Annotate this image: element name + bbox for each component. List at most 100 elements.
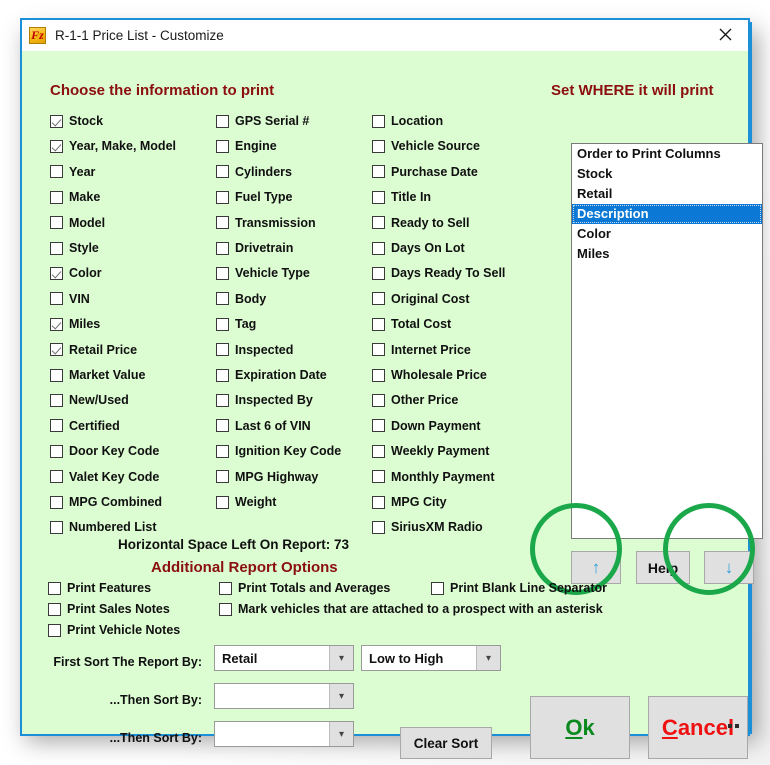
choose-info-heading: Choose the information to print <box>50 82 275 99</box>
checkbox-unchecked-icon <box>50 241 63 255</box>
field-checkbox-row[interactable]: Miles <box>50 317 100 331</box>
checkbox-unchecked-icon <box>372 343 385 357</box>
additional-option-checkbox-row[interactable]: Print Totals and Averages <box>219 581 390 595</box>
sort-field-2-select[interactable]: ▾ <box>214 683 354 709</box>
checkbox-label: Total Cost <box>391 317 452 332</box>
checkbox-unchecked-icon <box>50 444 63 458</box>
field-checkbox-row[interactable]: Wholesale Price <box>372 368 487 382</box>
sort-field-3-select[interactable]: ▾ <box>214 721 354 747</box>
additional-option-checkbox-row[interactable]: Print Blank Line Separator <box>431 581 607 595</box>
horizontal-space-left-label: Horizontal Space Left On Report: 73 <box>118 537 350 552</box>
field-checkbox-row[interactable]: Door Key Code <box>50 444 159 458</box>
field-checkbox-row[interactable]: Total Cost <box>372 317 451 331</box>
clear-sort-button[interactable]: Clear Sort <box>400 727 492 759</box>
field-checkbox-row[interactable]: Weight <box>216 495 276 509</box>
checkbox-label: Weight <box>235 495 277 509</box>
window-title: R-1-1 Price List - Customize <box>55 28 224 43</box>
ok-button[interactable]: Ok <box>530 696 630 759</box>
field-checkbox-row[interactable]: New/Used <box>50 393 129 407</box>
checkbox-unchecked-icon <box>50 368 63 382</box>
print-order-list-item[interactable]: Retail <box>572 184 762 204</box>
field-checkbox-row[interactable]: Days Ready To Sell <box>372 266 505 280</box>
print-order-list-item[interactable]: Order to Print Columns <box>572 144 762 164</box>
field-checkbox-row[interactable]: Location <box>372 114 443 128</box>
field-checkbox-row[interactable]: MPG Combined <box>50 495 162 509</box>
field-checkbox-row[interactable]: Title In <box>372 190 431 204</box>
field-checkbox-row[interactable]: Make <box>50 190 100 204</box>
additional-option-label: Print Totals and Averages <box>238 581 391 595</box>
field-checkbox-row[interactable]: Engine <box>216 139 277 153</box>
sort-direction-select[interactable]: Low to High ▾ <box>361 645 501 671</box>
field-checkbox-row[interactable]: Drivetrain <box>216 241 293 255</box>
field-checkbox-row[interactable]: Inspected <box>216 343 293 357</box>
field-checkbox-row[interactable]: Color <box>50 266 102 280</box>
field-checkbox-row[interactable]: Retail Price <box>50 343 137 357</box>
field-checkbox-row[interactable]: Original Cost <box>372 292 469 306</box>
first-sort-label: First Sort The Report By: <box>53 655 202 669</box>
field-checkbox-row[interactable]: Monthly Payment <box>372 470 495 484</box>
print-order-list-item[interactable]: Description <box>572 204 762 224</box>
resize-grip[interactable] <box>728 724 742 729</box>
additional-option-label: Mark vehicles that are attached to a pro… <box>238 602 603 616</box>
additional-option-checkbox-row[interactable]: Print Vehicle Notes <box>48 623 180 637</box>
field-checkbox-row[interactable]: Purchase Date <box>372 165 478 179</box>
field-checkbox-row[interactable]: Model <box>50 216 105 230</box>
field-checkbox-row[interactable]: Inspected By <box>216 393 313 407</box>
field-checkbox-row[interactable]: Expiration Date <box>216 368 327 382</box>
checkbox-label: Drivetrain <box>235 241 294 255</box>
checkbox-unchecked-icon <box>216 241 229 255</box>
print-order-list-item[interactable]: Miles <box>572 244 762 264</box>
checkbox-unchecked-icon <box>216 470 229 484</box>
field-checkbox-row[interactable]: Fuel Type <box>216 190 292 204</box>
field-checkbox-row[interactable]: SiriusXM Radio <box>372 520 483 534</box>
checkbox-label: Vehicle Source <box>391 139 480 154</box>
field-checkbox-row[interactable]: Stock <box>50 114 103 128</box>
field-checkbox-row[interactable]: Vehicle Source <box>372 139 480 153</box>
field-checkbox-row[interactable]: Last 6 of VIN <box>216 419 311 433</box>
field-checkbox-row[interactable]: Tag <box>216 317 256 331</box>
field-checkbox-row[interactable]: Body <box>216 292 266 306</box>
field-checkbox-row[interactable]: Other Price <box>372 393 458 407</box>
checkbox-unchecked-icon <box>50 393 63 407</box>
checkbox-unchecked-icon <box>216 495 229 509</box>
additional-option-checkbox-row[interactable]: Mark vehicles that are attached to a pro… <box>219 602 603 616</box>
field-checkbox-row[interactable]: Cylinders <box>216 165 292 179</box>
field-checkbox-row[interactable]: MPG Highway <box>216 470 318 484</box>
field-checkbox-row[interactable]: Year, Make, Model <box>50 139 176 153</box>
print-order-list-item[interactable]: Stock <box>572 164 762 184</box>
additional-option-checkbox-row[interactable]: Print Sales Notes <box>48 602 170 616</box>
field-checkbox-row[interactable]: Down Payment <box>372 419 481 433</box>
title-bar: R-1-1 Price List - Customize <box>22 20 748 51</box>
checkbox-label: Certified <box>69 418 120 433</box>
field-checkbox-row[interactable]: Internet Price <box>372 343 471 357</box>
checkbox-unchecked-icon <box>219 602 232 616</box>
field-checkbox-row[interactable]: Ignition Key Code <box>216 444 341 458</box>
field-checkbox-row[interactable]: Market Value <box>50 368 145 382</box>
print-order-list-item[interactable]: Color <box>572 224 762 244</box>
checkbox-label: MPG Combined <box>69 495 163 509</box>
checkbox-checked-icon <box>50 317 63 331</box>
field-checkbox-row[interactable]: Certified <box>50 419 120 433</box>
field-checkbox-row[interactable]: Valet Key Code <box>50 470 159 484</box>
field-checkbox-row[interactable]: Style <box>50 241 99 255</box>
field-checkbox-row[interactable]: Vehicle Type <box>216 266 310 280</box>
checkbox-checked-icon <box>50 343 63 357</box>
field-checkbox-row[interactable]: GPS Serial # <box>216 114 309 128</box>
checkbox-label: Transmission <box>235 215 316 230</box>
field-checkbox-row[interactable]: VIN <box>50 292 90 306</box>
field-checkbox-row[interactable]: Weekly Payment <box>372 444 489 458</box>
field-checkbox-row[interactable]: Ready to Sell <box>372 216 470 230</box>
checkbox-unchecked-icon <box>50 292 63 306</box>
close-button[interactable] <box>703 20 748 49</box>
sort-field-1-select[interactable]: Retail ▾ <box>214 645 354 671</box>
checkbox-unchecked-icon <box>372 520 385 534</box>
field-checkbox-row[interactable]: Days On Lot <box>372 241 465 255</box>
field-checkbox-row[interactable]: Year <box>50 165 95 179</box>
checkbox-label: Engine <box>235 139 277 154</box>
checkbox-unchecked-icon <box>372 216 385 230</box>
additional-option-checkbox-row[interactable]: Print Features <box>48 581 151 595</box>
field-checkbox-row[interactable]: Transmission <box>216 216 316 230</box>
print-order-listbox[interactable]: Order to Print Columns Stock Retail Descrip… <box>571 143 763 539</box>
field-checkbox-row[interactable]: MPG City <box>372 495 447 509</box>
field-checkbox-row[interactable]: Numbered List <box>50 520 157 534</box>
